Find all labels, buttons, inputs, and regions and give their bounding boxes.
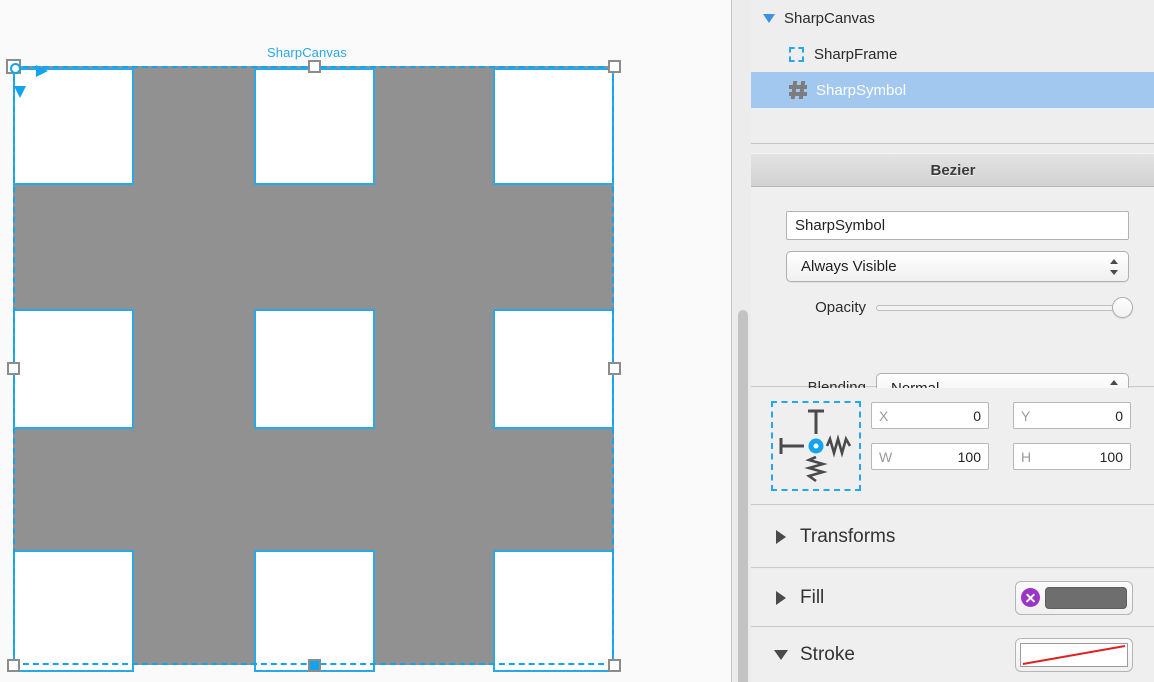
selection-handle-bottom-right[interactable] [608,659,621,672]
basic-properties-section: SharpSymbol Always Visible Opacity Blend… [751,187,1154,403]
x-field-value: 0 [973,407,981,424]
selection-handle-bottom-left[interactable] [7,659,20,672]
layer-label: SharpFrame [814,45,898,63]
no-stroke-diagonal-icon [1022,645,1126,665]
selection-handle-top-right[interactable] [608,60,621,73]
shape-cutout [254,550,375,672]
selection-handle-mid-left[interactable] [7,362,20,375]
stroke-section[interactable]: Stroke [751,628,1154,682]
dashed-frame-icon [789,46,804,62]
y-field-label: Y [1021,407,1031,424]
autoresize-springs-widget[interactable] [771,401,861,491]
inspector-panel: SharpCanvas SharpFrame SharpSymbol Bezie… [731,0,1154,682]
y-field-value: 0 [1115,407,1123,424]
hash-symbol-icon [789,81,807,99]
selection-handle-mid-right[interactable] [608,362,621,375]
visibility-select[interactable]: Always Visible [786,251,1129,282]
w-field-label: W [879,448,893,465]
panel-scrollbar[interactable] [734,152,750,682]
opacity-slider-track [876,305,1129,311]
opacity-slider[interactable] [876,297,1133,318]
y-position-input[interactable]: Y 0 [1013,402,1131,429]
shape-cutout [493,550,614,672]
layer-label: SharpCanvas [784,9,875,27]
shape-cutout [493,68,614,185]
springs-center-dot[interactable] [808,438,824,454]
shape-cutout [13,550,134,672]
canvas-name-label: SharpCanvas [267,45,347,60]
application-window: SharpCanvas SharpCanvas SharpFrame Sharp… [0,0,1154,682]
design-canvas[interactable]: SharpCanvas [0,0,731,682]
disclosure-triangle-right-icon[interactable] [776,529,786,544]
h-field-label: H [1021,448,1032,465]
layer-tree: SharpCanvas SharpFrame SharpSymbol [751,0,1154,144]
fill-section-title: Fill [800,586,825,608]
opacity-slider-knob[interactable] [1112,297,1133,318]
shape-cutout [254,68,375,185]
transforms-section-title: Transforms [800,525,896,547]
fill-color-swatch[interactable] [1045,586,1127,609]
selection-handle-bottom-center[interactable] [308,659,321,672]
height-input[interactable]: H 100 [1013,443,1131,470]
stroke-none-swatch[interactable] [1020,643,1128,667]
geometry-section: X 0 Y 0 W 100 H 100 [751,388,1154,505]
inspector-header-title: Bezier [751,153,1154,187]
width-input[interactable]: W 100 [871,443,989,470]
selection-handle-origin[interactable] [6,59,21,74]
layer-row-sharpframe[interactable]: SharpFrame [751,36,1154,72]
x-field-label: X [879,407,889,424]
disclosure-triangle-down-icon[interactable] [763,13,775,23]
transforms-section-header[interactable]: Transforms [751,506,1154,567]
layer-label: SharpSymbol [816,81,907,99]
fill-section[interactable]: Fill [751,569,1154,627]
stroke-section-title: Stroke [800,644,855,665]
transforms-section[interactable]: Transforms [751,506,1154,568]
chevron-updown-icon [1110,258,1119,276]
remove-fill-icon[interactable] [1021,588,1040,607]
h-field-value: 100 [1099,448,1123,465]
opacity-label: Opacity [815,299,866,316]
w-field-value: 100 [957,448,981,465]
panel-scrollbar-thumb[interactable] [738,310,748,682]
disclosure-triangle-down-icon[interactable] [774,650,788,660]
layer-name-input[interactable]: SharpSymbol [786,211,1129,240]
layer-row-sharpcanvas[interactable]: SharpCanvas [751,0,1154,36]
x-position-input[interactable]: X 0 [871,402,989,429]
stroke-color-well[interactable] [1015,638,1133,672]
shape-cutout [13,309,134,429]
disclosure-triangle-right-icon[interactable] [776,590,786,605]
fill-color-well[interactable] [1015,580,1133,615]
selection-handle-top-center[interactable] [308,60,321,73]
shape-cutout [493,309,614,429]
shape-cutout [254,309,375,429]
visibility-select-value: Always Visible [801,258,897,275]
layer-row-sharpsymbol[interactable]: SharpSymbol [751,72,1154,108]
